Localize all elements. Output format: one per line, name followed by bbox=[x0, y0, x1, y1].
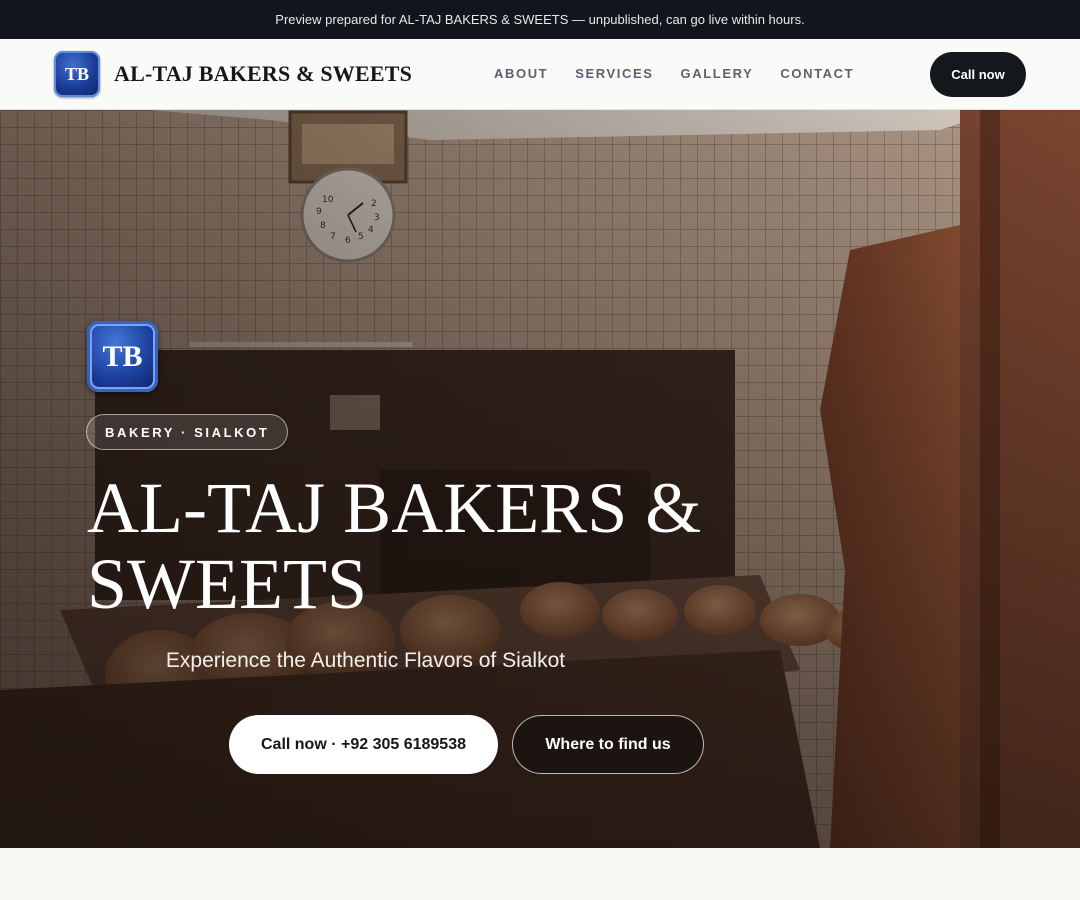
call-phone-button[interactable]: Call now · +92 305 6189538 bbox=[229, 715, 498, 774]
hero-title: AL-TAJ BAKERS & SWEETS bbox=[87, 468, 702, 624]
logo-icon[interactable]: TB bbox=[54, 51, 100, 97]
hero-logo-icon: TB bbox=[87, 321, 158, 392]
hero-subtitle: Experience the Authentic Flavors of Sial… bbox=[165, 649, 566, 672]
call-now-button[interactable]: Call now bbox=[930, 52, 1026, 97]
nav-link-about[interactable]: ABOUT bbox=[494, 66, 548, 81]
announcement-bar: Preview prepared for AL-TAJ BAKERS & SWE… bbox=[0, 0, 1080, 39]
site-header: TB AL-TAJ BAKERS & SWEETS ABOUT SERVICES… bbox=[0, 39, 1080, 110]
hero-section: 10 9 8 7 6 5 2 3 4 bbox=[0, 110, 1080, 848]
announcement-text: Preview prepared for AL-TAJ BAKERS & SWE… bbox=[275, 12, 805, 27]
nav-link-gallery[interactable]: GALLERY bbox=[681, 66, 754, 81]
find-us-button[interactable]: Where to find us bbox=[512, 715, 704, 774]
nav-link-services[interactable]: SERVICES bbox=[575, 66, 653, 81]
brand-name[interactable]: AL-TAJ BAKERS & SWEETS bbox=[114, 61, 412, 87]
nav-link-contact[interactable]: CONTACT bbox=[780, 66, 854, 81]
category-badge: BAKERY · SIALKOT bbox=[86, 414, 289, 450]
next-section bbox=[0, 848, 1080, 900]
main-nav: ABOUT SERVICES GALLERY CONTACT bbox=[494, 66, 854, 81]
